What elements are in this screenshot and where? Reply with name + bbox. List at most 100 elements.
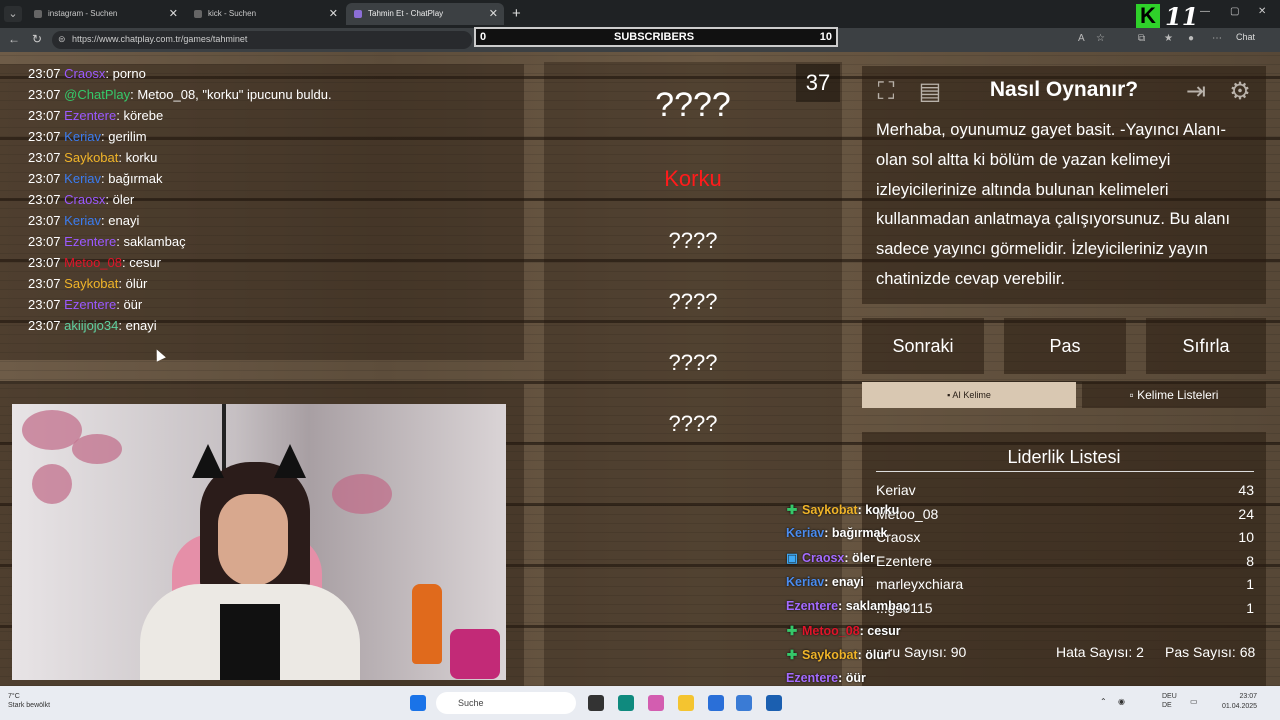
task-view-icon[interactable] <box>588 695 604 711</box>
maximize-icon[interactable]: ▢ <box>1230 6 1239 17</box>
leaderboard-row: Metoo_08 24 <box>876 506 1254 522</box>
extensions-icon[interactable]: ⧉ <box>1138 33 1145 44</box>
copilot-chat-button[interactable]: Chat <box>1236 32 1255 42</box>
back-icon[interactable]: ← <box>8 32 20 46</box>
minimize-icon[interactable]: — <box>1200 6 1210 17</box>
reset-button[interactable]: Sıfırla <box>1146 318 1266 374</box>
player-score: 1 <box>1246 600 1254 616</box>
chat-message: 23:07 Ezentere: körebe <box>28 108 163 123</box>
more-menu-icon[interactable]: ⋯ <box>1212 33 1222 44</box>
file-explorer-icon[interactable] <box>678 695 694 711</box>
player-score: 8 <box>1246 552 1254 569</box>
subscribers-goal: 10 <box>819 31 832 43</box>
game-page: 23:07 Craosx: porno 23:07 @ChatPlay: Meto… <box>0 52 1280 686</box>
copilot-icon[interactable] <box>648 695 664 711</box>
chat-text: : porno <box>105 66 146 81</box>
chat-text: : körebe <box>116 108 164 123</box>
overlay-username: Metoo_08 <box>802 624 860 638</box>
chat-text: : saklambaç <box>116 234 186 249</box>
chat-text: : cesur <box>122 255 162 270</box>
chat-text: : Metoo_08, "korku" ipucunu buldu. <box>130 87 332 102</box>
overlay-chat-message: Keriav: enayi <box>786 575 864 589</box>
chat-time: 23:07 <box>28 276 61 291</box>
eleven-logo: 11 <box>1165 2 1199 31</box>
store-icon[interactable] <box>708 695 724 711</box>
overlay-username: Craosx <box>802 551 845 566</box>
settings-gear-icon[interactable]: ⚙ <box>1224 76 1256 108</box>
weather-temp: 7°C <box>8 693 20 700</box>
error-count: Hata Sayısı: 2 <box>1056 644 1144 660</box>
chat-message: 23:07 Ezentere: saklambaç <box>28 234 186 249</box>
question-count: ...ru Sayısı: 90 <box>876 644 967 660</box>
overlay-text: : öler <box>844 551 875 566</box>
chat-time: 23:07 <box>28 66 61 81</box>
chat-message: 23:07 Keriav: bağırmak <box>28 171 162 186</box>
overlay-text: : bağırmak <box>824 526 888 541</box>
star-icon[interactable]: ☆ <box>1096 33 1105 44</box>
clock-time: 23:07 <box>1239 693 1258 700</box>
windows-start-icon[interactable] <box>410 695 426 711</box>
leaderboard-row: Ezentere 8 <box>876 553 1254 569</box>
pass-count: Pas Sayısı: 68 <box>1165 644 1256 660</box>
chat-text: : korku <box>118 150 158 165</box>
ai-word-label: AI Kelime <box>952 390 991 400</box>
exit-icon[interactable]: ⇥ <box>1180 76 1212 108</box>
network-icon[interactable]: ◉ <box>1118 697 1125 706</box>
how-to-play-text: Merhaba, oyunumuz gayet basit. -Yayıncı … <box>876 121 1231 288</box>
language-indicator[interactable]: DEU DE <box>1162 692 1177 710</box>
leaderboard-row: ...gs0115 1 <box>876 600 1254 616</box>
chat-time: 23:07 <box>28 108 61 123</box>
new-tab-button[interactable]: + <box>512 3 521 25</box>
weather-widget[interactable]: 7°C Stark bewölkt <box>8 692 50 710</box>
leaderboard-divider <box>876 471 1254 472</box>
chat-text: : öler <box>105 192 135 207</box>
close-icon[interactable]: ✕ <box>489 3 498 25</box>
chat-time: 23:07 <box>28 87 61 102</box>
url-field[interactable]: ⊜ https://www.chatplay.com.tr/games/tahm… <box>52 31 472 49</box>
profile-avatar[interactable]: ● <box>1188 33 1194 44</box>
next-button[interactable]: Sonraki <box>862 318 984 374</box>
overlay-chat-message: ▣ Craosx: öler <box>786 550 875 565</box>
chat-time: 23:07 <box>28 297 61 312</box>
weather-desc: Stark bewölkt <box>8 702 51 709</box>
overlay-text: : öür <box>838 671 866 686</box>
translate-icon[interactable]: A <box>1078 33 1085 44</box>
chat-username: Ezentere <box>64 234 117 249</box>
tab-favicon-icon <box>34 10 42 18</box>
close-icon[interactable]: ✕ <box>329 3 338 25</box>
player-score: 43 <box>1238 482 1254 498</box>
taskbar-search[interactable]: Suche <box>436 692 576 714</box>
chat-username: Craosx <box>64 66 106 81</box>
tab-instagram[interactable]: instagram - Suchen ✕ <box>26 3 184 25</box>
forbidden-word-hidden: ???? <box>668 411 718 436</box>
close-icon[interactable]: ✕ <box>169 3 178 25</box>
taskbar-clock[interactable]: 23:07 01.04.2025 <box>1222 692 1257 712</box>
search-placeholder: Suche <box>458 698 484 708</box>
favorites-icon[interactable]: ★ <box>1164 33 1173 44</box>
forbidden-word-hidden: ???? <box>668 289 718 314</box>
tab-chatplay[interactable]: Tahmin Et - ChatPlay ✕ <box>346 3 504 25</box>
pass-button[interactable]: Pas <box>1004 318 1126 374</box>
chat-message: 23:07 Craosx: porno <box>28 66 146 81</box>
overlay-text: : korku <box>857 503 900 517</box>
ai-word-button[interactable]: ▪ AI Kelime <box>862 382 1076 408</box>
tab-favicon-icon <box>194 10 202 18</box>
chat-text: : enayi <box>101 213 140 228</box>
overlay-text: : cesur <box>859 624 901 638</box>
chat-text: : öür <box>116 297 143 312</box>
forbidden-word-hidden: ???? <box>668 350 718 375</box>
wifi-icon[interactable]: ▭ <box>1190 697 1198 706</box>
word-lists-button[interactable]: ▫ Kelime Listeleri <box>1082 382 1266 408</box>
reload-icon[interactable]: ↻ <box>32 32 42 46</box>
overlay-username: Ezentere <box>786 598 839 613</box>
app-icon[interactable] <box>736 695 752 711</box>
close-window-icon[interactable]: ✕ <box>1258 6 1266 17</box>
chat-time: 23:07 <box>28 318 61 333</box>
chat-message: 23:07 Metoo_08: cesur <box>28 255 161 270</box>
tab-menu-button[interactable]: ⌄ <box>4 6 22 22</box>
tray-chevron-icon[interactable]: ⌃ <box>1100 697 1107 706</box>
edge-icon[interactable] <box>618 695 634 711</box>
site-info-icon[interactable]: ⊜ <box>58 34 66 45</box>
app-icon[interactable] <box>766 695 782 711</box>
tab-kick[interactable]: kick - Suchen ✕ <box>186 3 344 25</box>
